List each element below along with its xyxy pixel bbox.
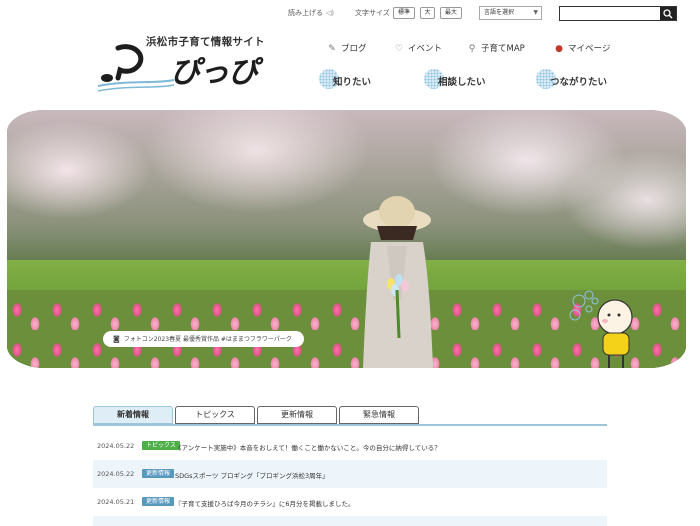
language-select[interactable]: 言語を選択 ▼ (479, 6, 542, 20)
nav-map[interactable]: ⚲ 子育てMAP (466, 42, 525, 54)
news-item[interactable]: 2024.05.22 トピックス 《アンケート実施中》本音をおしえて！働くこと働… (93, 432, 607, 460)
hero-caption-text: フォトコン2023春夏 最優秀賞作品 #はままつフラワーパーク (123, 336, 292, 343)
logo-wordmark: ぴっぴ (170, 55, 258, 90)
tab-divider (93, 424, 607, 426)
news-date: 2024.05.22 (97, 442, 135, 450)
font-size-label: 文字サイズ (355, 9, 390, 17)
font-size-large-button[interactable]: 大 (420, 7, 435, 19)
site-logo[interactable]: 浜松市子育て情報サイト ぴっぴ (96, 32, 266, 94)
read-aloud-link[interactable]: 読み上げる ◁) (288, 8, 334, 18)
news-item (93, 516, 607, 526)
nav-connect[interactable]: つながりたい (536, 69, 616, 89)
blog-icon: ✎ (328, 44, 336, 54)
hero-caption: ◙ フォトコン2023春夏 最優秀賞作品 #はままつフラワーパーク (103, 331, 304, 347)
tab-emergency[interactable]: 緊急情報 (339, 406, 419, 424)
search-input[interactable] (560, 7, 660, 20)
nav-consult-label: 相談したい (438, 77, 486, 88)
search-box (559, 6, 677, 21)
mascot-character (569, 290, 633, 368)
font-size-standard-button[interactable]: 標準 (393, 7, 415, 19)
chevron-down-icon: ▼ (533, 9, 538, 16)
nav-blog-label: ブログ (341, 44, 367, 54)
read-aloud-label: 読み上げる (288, 9, 323, 17)
news-title-link[interactable]: SDGsスポーツ プロギング「プロギング浜松3周年」 (175, 470, 329, 480)
news-title-link[interactable]: 《アンケート実施中》本音をおしえて！働くこと働かないこと。今の自分に納得している… (175, 442, 441, 452)
hero-child-figure (363, 196, 433, 368)
news-list: 2024.05.22 トピックス 《アンケート実施中》本音をおしえて！働くこと働… (93, 432, 607, 526)
nav-mypage[interactable]: ● マイページ (553, 42, 610, 54)
nav-mypage-label: マイページ (568, 44, 611, 54)
search-icon (663, 9, 673, 19)
news-category-badge: 更新情報 (142, 497, 175, 506)
mypage-icon: ● (555, 44, 563, 54)
logo-mark-icon (97, 44, 175, 92)
news-item[interactable]: 2024.05.21 更新情報 『子育て支援ひろば今月のチラシ』に6月分を掲載し… (93, 488, 607, 516)
nav-know-label: 知りたい (333, 77, 372, 88)
map-icon: ⚲ (468, 44, 476, 54)
tab-updates[interactable]: 更新情報 (257, 406, 337, 424)
news-tabs: 新着情報 トピックス 更新情報 緊急情報 (93, 406, 607, 426)
nav-know[interactable]: 知りたい (319, 69, 379, 89)
nav-consult[interactable]: 相談したい (424, 69, 494, 89)
utility-bar: 読み上げる ◁) 文字サイズ 標準 大 最大 言語を選択 ▼ (0, 6, 700, 22)
news-date: 2024.05.22 (97, 470, 135, 478)
nav-blog[interactable]: ✎ ブログ (326, 42, 367, 54)
search-button[interactable] (660, 7, 676, 20)
news-title-link[interactable]: 『子育て支援ひろば今月のチラシ』に6月分を掲載しました。 (175, 498, 355, 508)
news-item[interactable]: 2024.05.22 更新情報 SDGsスポーツ プロギング「プロギング浜松3周… (93, 460, 607, 488)
event-icon: ♡ (394, 44, 404, 54)
nav-connect-label: つながりたい (550, 77, 608, 88)
speaker-icon: ◁) (326, 9, 335, 17)
language-select-label: 言語を選択 (484, 9, 515, 16)
nav-map-label: 子育てMAP (481, 44, 525, 54)
news-category-badge: 更新情報 (142, 469, 175, 478)
nav-event[interactable]: ♡ イベント (393, 42, 442, 54)
hero-image: ◙ フォトコン2023春夏 最優秀賞作品 #はままつフラワーパーク (7, 110, 686, 368)
font-size-xlarge-button[interactable]: 最大 (440, 7, 462, 19)
tab-new[interactable]: 新着情報 (93, 406, 173, 424)
nav-event-label: イベント (408, 44, 443, 54)
tab-topics[interactable]: トピックス (175, 406, 255, 424)
news-date: 2024.05.21 (97, 498, 135, 506)
camera-icon: ◙ (113, 335, 120, 343)
